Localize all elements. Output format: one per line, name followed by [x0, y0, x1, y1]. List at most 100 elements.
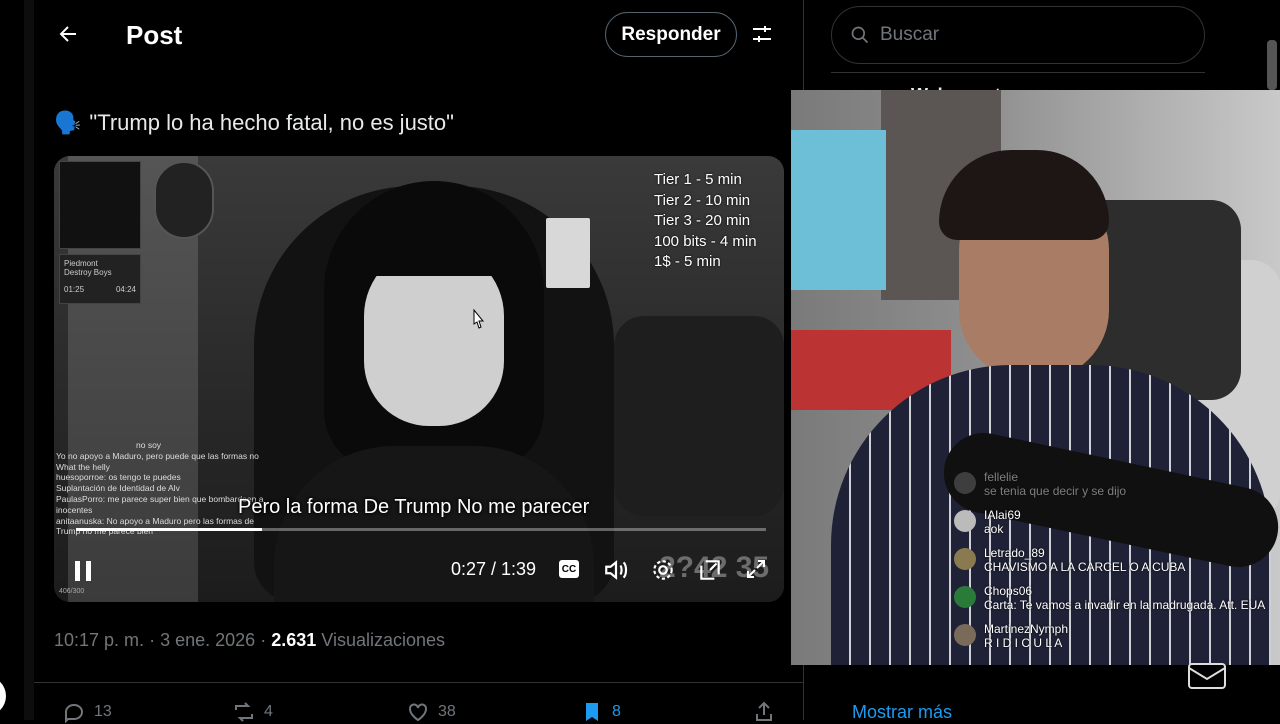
share-action[interactable] — [752, 700, 776, 724]
video-warning-sign — [546, 218, 590, 288]
video-person-bangs — [354, 226, 514, 276]
volume-button[interactable] — [603, 557, 629, 583]
post-body: "Trump lo ha hecho fatal, no es justo" — [89, 110, 454, 135]
repost-count: 4 — [264, 703, 273, 720]
video-player[interactable]: Piedmont Destroy Boys 01:25 04:24 Tier 1… — [54, 156, 784, 602]
chat-text: CHAVISMO A LA CARCEL O A CUBA — [984, 560, 1186, 574]
video-chat-line: huesoporroe: os tengo te puedes — [56, 472, 181, 483]
view-count-label: Visualizaciones — [321, 630, 446, 650]
video-progress-bar[interactable] — [76, 528, 766, 531]
post-date[interactable]: 3 ene. 2026 — [160, 630, 255, 650]
search-bar[interactable]: Buscar — [831, 6, 1205, 64]
post-time[interactable]: 10:17 p. m. — [54, 630, 144, 650]
video-chat-line: Yo no apoyo a Maduro, pero puede que las… — [56, 450, 259, 461]
chat-username: Letrado_89 — [984, 546, 1045, 560]
scrollbar[interactable] — [1267, 40, 1277, 90]
post-column: Post Responder 🗣️ "Trump lo ha hecho fat… — [34, 0, 804, 724]
chat-avatar — [954, 586, 976, 608]
video-chat-line: no soy — [136, 440, 162, 450]
mail-icon[interactable] — [1186, 660, 1228, 692]
bookmark-icon — [586, 703, 598, 721]
post-metadata: 10:17 p. m. · 3 ene. 2026 · 2.631 Visual… — [54, 630, 445, 651]
chat-text: R I D I C U L A — [984, 636, 1063, 650]
now-playing-title: Piedmont — [64, 259, 98, 268]
filter-button[interactable] — [750, 22, 774, 46]
pip-button[interactable] — [697, 557, 723, 583]
comment-icon — [65, 703, 84, 724]
divider — [34, 682, 804, 683]
picture-in-picture-icon — [700, 560, 720, 580]
webcam-monitor — [791, 130, 886, 290]
fullscreen-button[interactable] — [744, 557, 768, 581]
video-time: 0:27 / 1:39 — [451, 559, 537, 579]
stream-chat: fellelie se tenia que decir y se dijo IAla… — [950, 470, 1270, 660]
bookmark-count: 8 — [612, 703, 621, 720]
tier-line: Tier 1 - 5 min — [654, 171, 742, 188]
video-controls: 0:27 / 1:39 CC 2?42 35 — [54, 551, 784, 591]
video-viewer-count: 406/300 — [59, 588, 85, 595]
speaking-head-emoji: 🗣️ — [54, 110, 82, 135]
chat-message: fellelie se tenia que decir y se dijo — [950, 470, 1270, 498]
pause-icon — [75, 561, 91, 581]
volume-icon — [605, 560, 628, 580]
reply-action[interactable]: 13 — [62, 700, 112, 724]
now-playing-artist: Destroy Boys — [64, 268, 112, 277]
video-chat-line: What the helly — [56, 461, 110, 472]
settings-button[interactable] — [650, 557, 676, 583]
meta-separator: · — [149, 630, 156, 650]
post-actions: 13 4 38 8 — [34, 700, 804, 724]
chat-username: fellelie — [984, 470, 1019, 484]
tier-line: Tier 2 - 10 min — [654, 191, 751, 209]
page-title: Post — [126, 20, 183, 50]
video-progress-fill — [76, 528, 263, 531]
meta-separator: · — [260, 630, 267, 650]
arrow-left-icon — [59, 26, 76, 42]
view-count: 2.631 — [271, 630, 317, 650]
chat-text: aok — [984, 522, 1004, 536]
chat-message: IAlai69 aok — [950, 508, 1270, 536]
reply-button[interactable]: Responder — [605, 12, 737, 57]
back-button[interactable] — [54, 20, 82, 48]
repost-action[interactable]: 4 — [232, 700, 273, 724]
tier-line: 100 bits - 4 min — [654, 232, 757, 250]
heart-icon — [409, 703, 427, 722]
chat-username: Chops06 — [984, 584, 1033, 598]
fullscreen-icon — [747, 560, 765, 578]
pause-button[interactable] — [72, 559, 94, 583]
chat-username: IAlai69 — [984, 508, 1021, 522]
bookmark-action[interactable]: 8 — [580, 700, 621, 724]
search-placeholder: Buscar — [880, 24, 940, 45]
video-now-playing: Piedmont Destroy Boys 01:25 04:24 — [59, 254, 141, 304]
chat-text: Carta: Te vamos a invadir en la madrugad… — [984, 598, 1266, 612]
video-overlay-panel — [59, 161, 141, 249]
video-pillow — [614, 316, 784, 516]
reply-count: 13 — [94, 703, 112, 720]
chat-avatar — [954, 548, 976, 570]
gear-icon — [653, 560, 673, 580]
like-action[interactable]: 38 — [406, 700, 456, 724]
video-chat-overlay: no soy Yo no apoyo a Maduro, pero puede … — [56, 440, 271, 537]
share-icon — [756, 701, 772, 721]
post-text: 🗣️ "Trump lo ha hecho fatal, no es justo… — [54, 110, 454, 136]
search-icon — [851, 26, 869, 44]
mouse-cursor-icon — [473, 308, 485, 329]
tier-line: 1$ - 5 min — [654, 253, 721, 270]
chat-message: Letrado_89 CHAVISMO A LA CARCEL O A CUBA — [950, 546, 1270, 574]
post-header: Post Responder — [34, 0, 804, 70]
app-logo[interactable] — [0, 676, 6, 716]
video-chat-line: Suplantación de Identidad de Alv — [56, 483, 180, 494]
chat-message: MartinezNymph R I D I C U L A — [950, 622, 1270, 650]
tier-line: Tier 3 - 20 min — [654, 212, 751, 229]
video-caption: Pero la forma De Trump No me parecer — [238, 496, 590, 518]
video-overlay-badge — [154, 161, 214, 239]
captions-button[interactable]: CC — [559, 560, 579, 578]
repost-icon — [235, 702, 253, 722]
sliders-icon — [753, 26, 771, 42]
chat-username: MartinezNymph — [984, 622, 1069, 636]
now-playing-total: 04:24 — [115, 285, 136, 294]
rail-divider — [24, 0, 34, 720]
chat-text: se tenia que decir y se dijo — [984, 484, 1127, 498]
like-count: 38 — [438, 703, 456, 720]
chat-avatar — [954, 624, 976, 646]
now-playing-elapsed: 01:25 — [64, 285, 85, 294]
